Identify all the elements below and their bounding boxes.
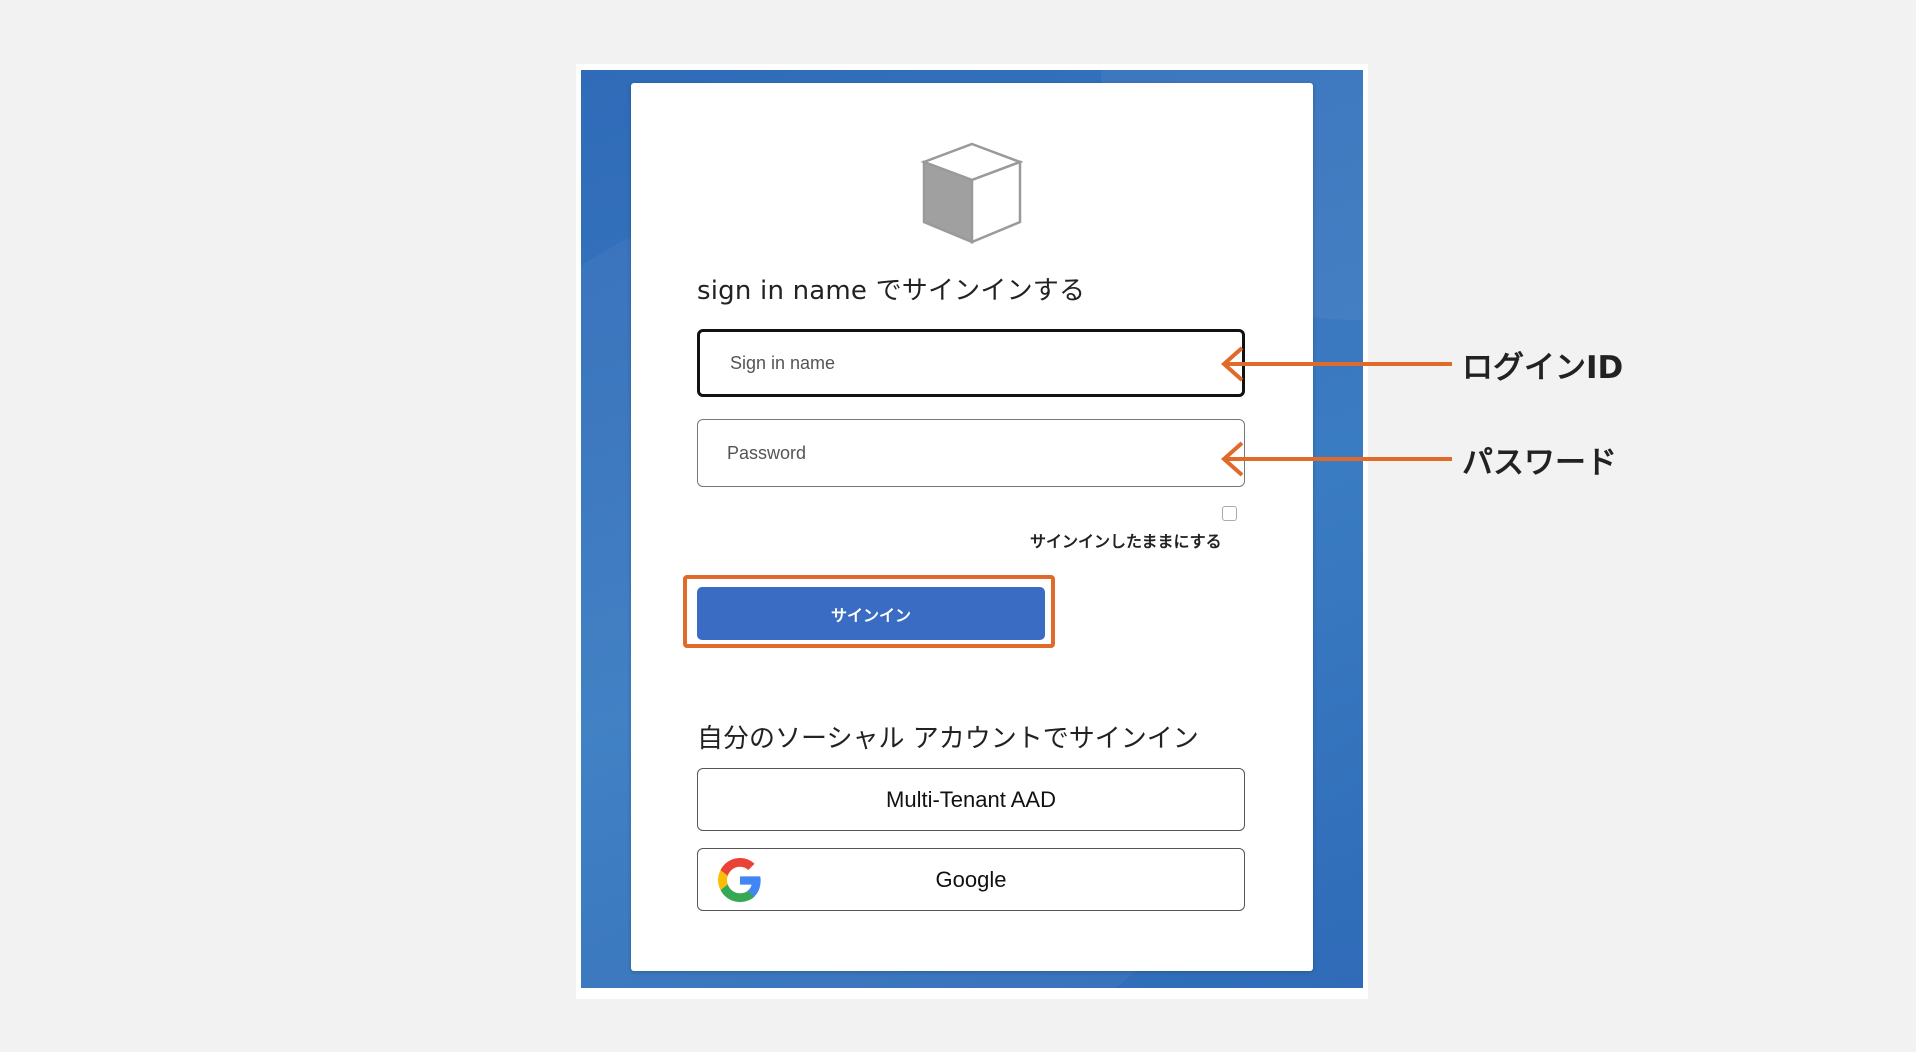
page: sign in name でサインインする サインインしたままにする サインイン… xyxy=(0,0,1916,1052)
password-input[interactable] xyxy=(697,419,1245,487)
social-heading: 自分のソーシャル アカウントでサインイン xyxy=(697,724,1199,754)
login-id-annotation: ログインID xyxy=(1462,350,1624,386)
password-arrow xyxy=(1220,441,1452,477)
signin-name-input[interactable] xyxy=(697,329,1245,397)
signin-button[interactable]: サインイン xyxy=(697,587,1045,640)
keep-signed-in-checkbox[interactable] xyxy=(1222,506,1237,521)
google-label: Google xyxy=(935,867,1007,892)
google-icon xyxy=(718,858,761,902)
login-id-arrow xyxy=(1220,346,1452,382)
signin-heading: sign in name でサインインする xyxy=(697,276,1086,306)
keep-signed-in-label: サインインしたままにする xyxy=(1030,532,1222,551)
google-button[interactable]: Google xyxy=(697,848,1245,911)
password-annotation: パスワード xyxy=(1462,445,1617,481)
multi-tenant-aad-button[interactable]: Multi-Tenant AAD xyxy=(697,768,1245,831)
cube-icon xyxy=(920,142,1024,244)
multi-tenant-aad-label: Multi-Tenant AAD xyxy=(886,787,1056,812)
